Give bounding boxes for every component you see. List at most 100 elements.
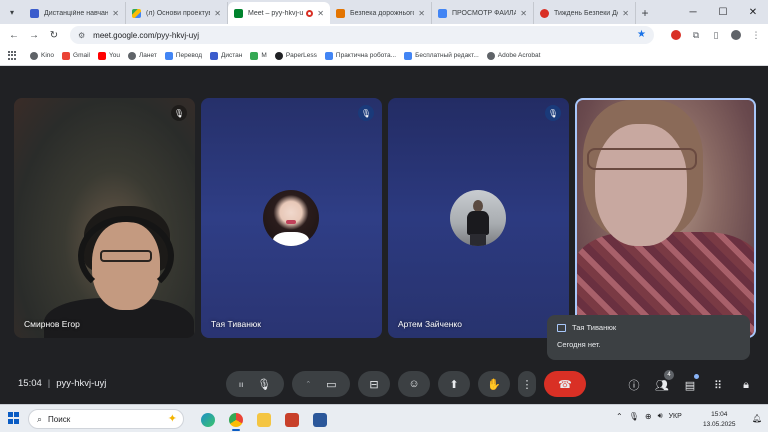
raise-hand-button[interactable]: ✋ [478,371,510,397]
tab-close-icon[interactable]: ✕ [418,9,425,18]
new-tab-button[interactable]: + [636,2,654,24]
tab-strip: ▾ Дистанційне навчання ✕ (л) Основи прое… [0,0,768,24]
profile-avatar-icon[interactable] [726,25,746,45]
end-call-icon: ☎ [558,378,572,391]
chat-message-text: Сегодня нет. [557,340,601,349]
meeting-code: pyy-hkvj-uyj [56,378,107,389]
extension-icon[interactable] [666,25,686,45]
paperless-icon [274,51,283,60]
extensions-puzzle-icon[interactable]: ⧉ [686,25,706,45]
volume-icon[interactable]: 🔊︎ [658,411,663,421]
more-options-button[interactable]: ⋮ [518,371,536,397]
chevron-up-icon[interactable]: ⌃ [305,380,311,388]
address-bar[interactable]: ⚙ meet.google.com/pyy-hkvj-uyj ★ [70,26,654,44]
microphone-button[interactable]: ıı 🎙︎ [226,371,284,397]
maximize-icon[interactable]: ☐ [708,0,738,24]
bookmark-lanet[interactable]: Ланет [127,51,157,60]
tab-title: Дистанційне навчання [44,9,109,17]
active-speaker-tile[interactable] [575,98,756,338]
tab-close-icon[interactable]: ✕ [622,9,629,18]
bookmark-free-editor[interactable]: Бесплатный редакт... [404,51,479,60]
network-icon[interactable]: ⊕ [645,412,652,421]
tab-search-icon[interactable]: ▾ [6,6,18,18]
people-count-badge: 4 [664,370,674,380]
bookmark-practical-work[interactable]: Практична робота... [324,51,396,60]
tab-close-icon[interactable]: ✕ [317,9,324,18]
language-indicator[interactable]: УКР [669,413,682,420]
taskbar-search-label: Поиск [48,414,71,424]
chevron-up-icon[interactable]: ⌃ [616,412,623,421]
file-explorer-app[interactable] [252,409,276,431]
taskbar-clock[interactable]: 15:04 13.05.2025 [703,410,736,430]
participant-tile[interactable]: 🎙︎ Смирнов Егор [14,98,195,338]
apps-grid-icon[interactable] [8,50,18,61]
minimize-icon[interactable]: ─ [678,0,708,24]
lock-person-icon: 🔒︎ [743,378,749,391]
activities-button[interactable]: ⠿ [704,372,732,398]
sidebar-icon[interactable]: ▯ [706,25,726,45]
tab-title: Тиждень Безпеки Дор [554,9,619,17]
drive-favicon-icon [132,8,141,18]
meet-favicon-icon [234,8,243,18]
close-window-icon[interactable]: ✕ [738,0,768,24]
globe-icon [127,51,136,60]
tab-title: ПРОСМОТР ФАЙЛА [452,9,517,17]
info-icon: ⓘ [628,380,640,392]
tab-design-basics[interactable]: (л) Основи проектуван ✕ [126,2,228,24]
meeting-details-button[interactable]: ⓘ [620,372,648,398]
tab-safety-week[interactable]: Тиждень Безпеки Дор ✕ [534,2,636,24]
bookmark-distance[interactable]: Дистан [210,51,242,60]
taskbar-search[interactable]: ⌕ Поиск ✦ [28,409,184,429]
tab-close-icon[interactable]: ✕ [520,9,527,18]
apps-grid-icon: ⠿ [713,379,723,392]
notifications-bell-icon[interactable]: 🔔︎ [752,414,762,423]
participant-name: Тая Тиванюк [211,319,262,329]
participant-tile[interactable]: 🎙︎ Тая Тиванюк [201,98,382,338]
microphone-tray-icon[interactable]: 🎙︎ [629,412,639,421]
windows-start-icon[interactable] [8,412,20,424]
forward-icon[interactable]: → [24,25,44,45]
bookmark-adobe-acrobat[interactable]: Adobe Acrobat [486,51,540,60]
bookmark-translate[interactable]: Перевод [164,51,202,60]
present-button[interactable]: ⬆ [438,371,470,397]
more-vertical-icon: ⋮ [521,378,533,391]
edge-app[interactable] [196,409,220,431]
tab-distance-learning[interactable]: Дистанційне навчання ✕ [24,2,126,24]
bookmark-star-icon[interactable]: ★ [637,29,646,40]
bookmark-paperless[interactable]: PaperLess [274,51,317,60]
window-controls: ─ ☐ ✕ [678,0,768,24]
tab-favicon-icon [540,8,549,18]
reactions-button[interactable]: ☺ [398,371,430,397]
browser-menu-icon[interactable]: ⋮ [746,25,766,45]
tab-close-icon[interactable]: ✕ [214,9,221,18]
chat-button[interactable]: ▤ [676,372,704,398]
bookmark-youtube[interactable]: You [98,51,120,60]
site-info-icon[interactable]: ⚙ [78,31,85,40]
media-app[interactable] [280,409,304,431]
unread-indicator [694,374,699,379]
chrome-icon [229,413,243,427]
tab-meet[interactable]: Meet – pyy-hkvj-uyj ✕ [228,2,330,24]
doc-icon [404,51,413,60]
back-icon[interactable]: ← [4,25,24,45]
reload-icon[interactable]: ↻ [44,25,64,45]
participant-tile[interactable]: 🎙︎ Артем Зайченко [388,98,569,338]
participant-name: Артем Зайченко [398,319,462,329]
distance-learning-icon [210,51,218,60]
chat-notification[interactable]: Тая Тиванюк Сегодня нет. [547,315,750,360]
meet-icon [250,51,259,60]
leave-call-button[interactable]: ☎ [544,371,586,397]
word-app[interactable] [308,409,332,431]
tab-file-view[interactable]: ПРОСМОТР ФАЙЛА ✕ [432,2,534,24]
chrome-app[interactable] [224,409,248,431]
people-button[interactable]: 👥︎ 4 [648,370,676,398]
tab-close-icon[interactable]: ✕ [112,9,119,18]
captions-button[interactable]: ⊟ [358,371,390,397]
host-controls-button[interactable]: 🔒︎ [732,372,760,398]
tab-road-safety[interactable]: Безпека дорожнього ✕ [330,2,432,24]
bookmark-m[interactable]: M [250,51,267,60]
camera-button[interactable]: ⌃ ▭ [292,371,350,397]
search-highlight-icon: ✦ [167,413,177,425]
bookmark-gmail[interactable]: Gmail [62,51,90,60]
bookmark-kino[interactable]: Kino [30,51,54,60]
